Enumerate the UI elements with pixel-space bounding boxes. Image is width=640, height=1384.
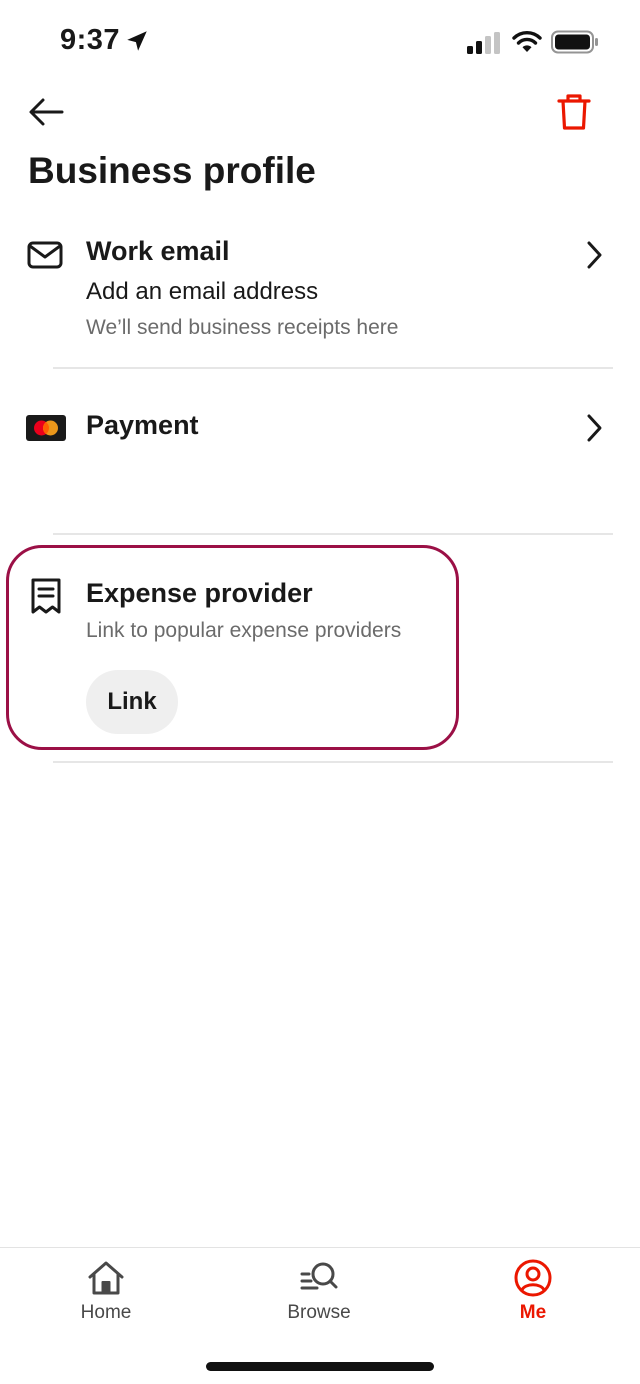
- home-indicator: [206, 1362, 434, 1371]
- home-icon: [88, 1261, 124, 1295]
- status-bar: 9:37: [0, 0, 640, 86]
- mastercard-icon: [26, 415, 66, 441]
- account-icon: [514, 1259, 552, 1297]
- work-email-value: Add an email address: [86, 278, 319, 305]
- browse-search-icon: [300, 1262, 338, 1290]
- delete-button[interactable]: [550, 88, 598, 136]
- expense-provider-row: Expense provider Link to popular expense…: [0, 568, 640, 762]
- chevron-right-icon: [587, 414, 602, 442]
- nav-item-me[interactable]: Me: [473, 1258, 593, 1338]
- cellular-signal-icon: [467, 32, 500, 54]
- link-button[interactable]: Link: [86, 670, 178, 734]
- work-email-title: Work email: [86, 236, 230, 266]
- divider: [53, 761, 613, 763]
- back-button[interactable]: [24, 90, 68, 134]
- nav-item-home[interactable]: Home: [46, 1258, 166, 1338]
- chevron-right-icon: [587, 241, 602, 269]
- page-title: Business profile: [28, 150, 316, 191]
- trash-icon: [557, 94, 591, 130]
- battery-icon: [551, 30, 598, 54]
- receipt-icon: [31, 578, 61, 614]
- wifi-icon: [512, 31, 542, 52]
- nav-label-me: Me: [519, 1302, 547, 1323]
- nav-label-home: Home: [80, 1302, 132, 1323]
- payment-row[interactable]: Payment: [0, 400, 640, 534]
- expense-provider-subtitle: Link to popular expense providers: [86, 619, 402, 642]
- arrow-left-icon: [29, 98, 64, 126]
- divider: [53, 533, 613, 535]
- nav-label-browse: Browse: [287, 1302, 351, 1323]
- expense-provider-title: Expense provider: [86, 578, 313, 608]
- location-arrow-icon: [127, 31, 147, 51]
- nav-item-browse[interactable]: Browse: [259, 1258, 379, 1338]
- work-email-subtitle: We’ll send business receipts here: [86, 316, 399, 339]
- divider: [53, 367, 613, 369]
- envelope-icon: [27, 241, 63, 269]
- payment-title: Payment: [86, 410, 199, 440]
- status-time: 9:37: [60, 24, 121, 56]
- work-email-row[interactable]: Work email Add an email address We’ll se…: [0, 226, 640, 368]
